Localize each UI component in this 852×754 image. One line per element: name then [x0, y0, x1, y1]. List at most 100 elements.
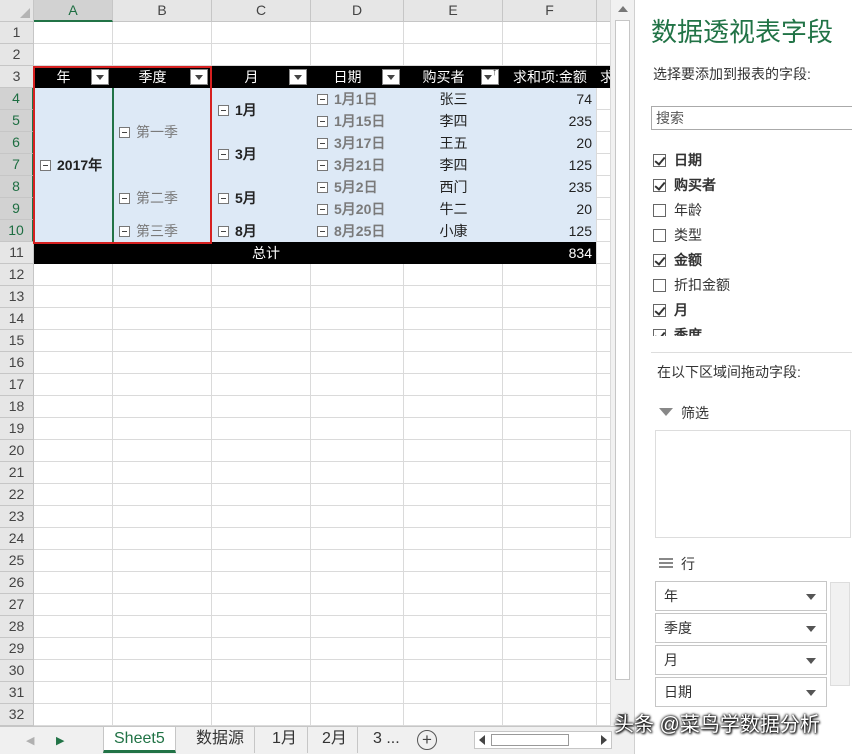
- collapse-icon[interactable]: [317, 137, 328, 149]
- field-checkbox[interactable]: [653, 278, 666, 292]
- row-header[interactable]: 23: [0, 506, 34, 528]
- collapse-icon[interactable]: [317, 181, 328, 193]
- field-item[interactable]: 日期: [653, 149, 702, 171]
- sheet-tab-sheet5[interactable]: Sheet5: [103, 727, 176, 753]
- field-checkbox[interactable]: [653, 178, 666, 192]
- date-cell[interactable]: 1月15日: [317, 110, 385, 132]
- date-cell[interactable]: 5月2日: [317, 176, 378, 198]
- rows-area-scrollbar[interactable]: [830, 582, 850, 686]
- month-cell[interactable]: 3月: [218, 143, 257, 165]
- field-search-input[interactable]: 搜索: [651, 106, 852, 130]
- scroll-right-icon[interactable]: [601, 735, 607, 745]
- row-header[interactable]: 10: [0, 220, 34, 242]
- column-header-c[interactable]: C: [212, 0, 311, 22]
- row-header[interactable]: 1: [0, 22, 34, 44]
- spreadsheet-grid[interactable]: ABCDEF 1 2 3 4 5 6 7 8 9 10 11 12 13 14 15 16 17 18 19 20 21…: [0, 0, 610, 726]
- column-header-partial[interactable]: [597, 0, 610, 22]
- field-item[interactable]: 购买者: [653, 174, 716, 196]
- row-header[interactable]: 28: [0, 616, 34, 638]
- row-header[interactable]: 7: [0, 154, 34, 176]
- month-cell[interactable]: 1月: [218, 99, 257, 121]
- row-header[interactable]: 30: [0, 660, 34, 682]
- row-header[interactable]: 14: [0, 308, 34, 330]
- row-header[interactable]: 13: [0, 286, 34, 308]
- column-header-f[interactable]: F: [503, 0, 597, 22]
- row-header[interactable]: 9: [0, 198, 34, 220]
- row-header[interactable]: 18: [0, 396, 34, 418]
- vertical-scrollbar[interactable]: [610, 0, 634, 726]
- horizontal-scrollbar[interactable]: [474, 731, 612, 749]
- row-field-item[interactable]: 年: [655, 581, 827, 611]
- row-header[interactable]: 3: [0, 66, 34, 88]
- horizontal-scroll-thumb[interactable]: [491, 734, 569, 746]
- row-header[interactable]: 19: [0, 418, 34, 440]
- row-header[interactable]: 26: [0, 572, 34, 594]
- row-header[interactable]: 25: [0, 550, 34, 572]
- date-cell[interactable]: 8月25日: [317, 220, 385, 242]
- field-checkbox[interactable]: [653, 228, 666, 242]
- row-field-item[interactable]: 月: [655, 645, 827, 675]
- field-checkbox[interactable]: [653, 253, 666, 267]
- sheet-tab-jan[interactable]: 1月: [262, 727, 308, 753]
- filter-dropdown-icon[interactable]: [481, 67, 499, 85]
- row-header[interactable]: 12: [0, 264, 34, 286]
- next-sheet-icon[interactable]: ▶: [56, 734, 64, 747]
- filter-dropdown-icon[interactable]: [289, 69, 307, 85]
- row-header[interactable]: 17: [0, 374, 34, 396]
- column-header-e[interactable]: E: [404, 0, 503, 22]
- date-cell[interactable]: 5月20日: [317, 198, 385, 220]
- row-header[interactable]: 22: [0, 484, 34, 506]
- field-list[interactable]: 日期购买者年龄类型金额折扣金额月季度: [651, 148, 852, 336]
- column-header-a[interactable]: A: [34, 0, 113, 22]
- scroll-left-icon[interactable]: [479, 735, 485, 745]
- date-cell[interactable]: 3月17日: [317, 132, 385, 154]
- row-header[interactable]: 21: [0, 462, 34, 484]
- month-cell[interactable]: 5月: [218, 187, 257, 209]
- row-header[interactable]: 27: [0, 594, 34, 616]
- sheet-tab-source[interactable]: 数据源: [186, 727, 256, 753]
- row-header[interactable]: 16: [0, 352, 34, 374]
- prev-sheet-icon[interactable]: ◀: [26, 734, 34, 747]
- field-checkbox[interactable]: [653, 153, 666, 167]
- field-item[interactable]: 年龄: [653, 199, 702, 221]
- row-header[interactable]: 11: [0, 242, 34, 264]
- field-item[interactable]: 折扣金额: [653, 274, 730, 296]
- date-cell[interactable]: 1月1日: [317, 88, 378, 110]
- row-header[interactable]: 15: [0, 330, 34, 352]
- sheet-tab-feb[interactable]: 2月: [312, 727, 358, 753]
- month-cell[interactable]: 8月: [218, 220, 257, 242]
- add-sheet-button[interactable]: +: [417, 730, 437, 750]
- collapse-icon[interactable]: [317, 225, 328, 237]
- row-header[interactable]: 29: [0, 638, 34, 660]
- field-item[interactable]: 季度: [653, 324, 702, 336]
- collapse-icon[interactable]: [218, 148, 229, 160]
- scroll-thumb[interactable]: [615, 20, 630, 680]
- collapse-icon[interactable]: [218, 192, 229, 204]
- field-checkbox[interactable]: [653, 203, 666, 217]
- row-header[interactable]: 5: [0, 110, 34, 132]
- row-field-item[interactable]: 季度: [655, 613, 827, 643]
- field-item[interactable]: 月: [653, 299, 688, 321]
- select-all-corner[interactable]: [0, 0, 34, 22]
- column-header-b[interactable]: B: [113, 0, 212, 22]
- row-header[interactable]: 32: [0, 704, 34, 726]
- row-header[interactable]: 24: [0, 528, 34, 550]
- row-header[interactable]: 2: [0, 44, 34, 66]
- filter-dropdown-icon[interactable]: [382, 69, 400, 85]
- sheet-tab-more[interactable]: 3 ...: [363, 727, 410, 753]
- row-field-item[interactable]: 日期: [655, 677, 827, 707]
- column-header-d[interactable]: D: [311, 0, 404, 22]
- row-header[interactable]: 20: [0, 440, 34, 462]
- field-item[interactable]: 金额: [653, 249, 702, 271]
- row-header[interactable]: 31: [0, 682, 34, 704]
- field-checkbox[interactable]: [653, 328, 666, 336]
- field-item[interactable]: 类型: [653, 224, 702, 246]
- date-cell[interactable]: 3月21日: [317, 154, 385, 176]
- collapse-icon[interactable]: [218, 104, 229, 116]
- row-header[interactable]: 6: [0, 132, 34, 154]
- collapse-icon[interactable]: [317, 203, 328, 215]
- collapse-icon[interactable]: [317, 159, 328, 171]
- collapse-icon[interactable]: [317, 115, 328, 127]
- collapse-icon[interactable]: [317, 93, 328, 105]
- scroll-up-icon[interactable]: [618, 6, 628, 12]
